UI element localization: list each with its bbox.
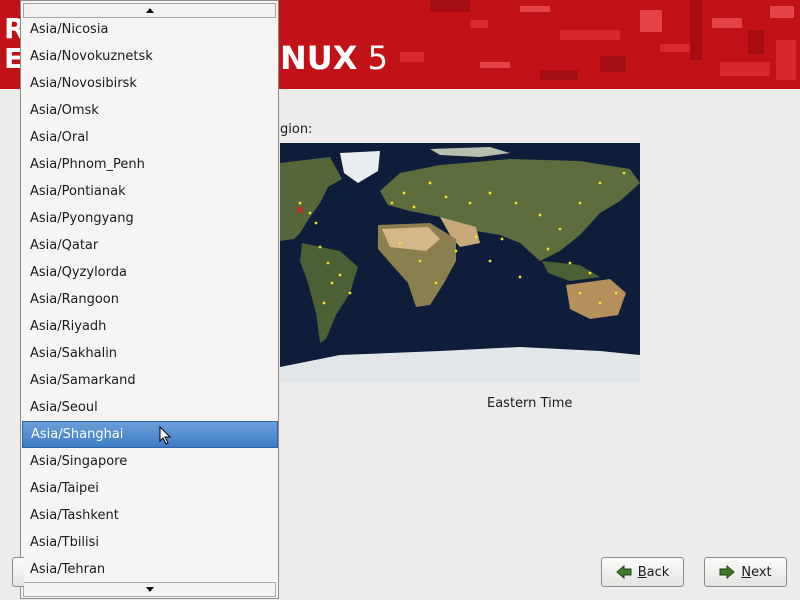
list-item[interactable]: Asia/Taipei: [22, 475, 278, 502]
world-map[interactable]: [280, 143, 640, 382]
list-item[interactable]: Asia/Tashkent: [22, 502, 278, 529]
list-item[interactable]: Asia/Novokuznetsk: [22, 43, 278, 70]
list-item[interactable]: Asia/Novosibirsk: [22, 70, 278, 97]
region-prompt-label: gion:: [280, 122, 313, 137]
mouse-pointer-icon: [159, 426, 172, 445]
list-item[interactable]: Asia/Phnom_Penh: [22, 151, 278, 178]
australia-shape: [566, 279, 626, 319]
brand-version: 5: [367, 39, 388, 77]
list-item[interactable]: Asia/Pontianak: [22, 178, 278, 205]
list-item[interactable]: Asia/Rangoon: [22, 286, 278, 313]
list-item[interactable]: Asia/Qyzylorda: [22, 259, 278, 286]
list-item-selected[interactable]: Asia/Shanghai: [22, 421, 278, 448]
list-item[interactable]: Asia/Nicosia: [22, 16, 278, 43]
list-item[interactable]: Asia/Pyongyang: [22, 205, 278, 232]
brand-title-word: NUX: [280, 39, 358, 77]
back-button[interactable]: Back: [601, 557, 684, 587]
list-item[interactable]: Asia/Singapore: [22, 448, 278, 475]
se-asia-islands-shape: [542, 261, 600, 281]
triangle-up-icon: [145, 8, 154, 13]
next-button[interactable]: Next: [704, 557, 787, 587]
list-item[interactable]: Asia/Omsk: [22, 97, 278, 124]
arctic-islands-shape: [430, 147, 510, 157]
triangle-down-icon: [145, 587, 154, 592]
list-item[interactable]: Asia/Seoul: [22, 394, 278, 421]
arrow-left-icon: [615, 565, 632, 579]
world-map-graphic: [280, 147, 640, 382]
greenland-shape: [340, 151, 380, 183]
back-button-label: Back: [637, 564, 670, 580]
list-item[interactable]: Asia/Samarkand: [22, 367, 278, 394]
list-item[interactable]: Asia/Tbilisi: [22, 529, 278, 556]
list-item[interactable]: Asia/Tehran: [22, 556, 278, 583]
brand-title: NUX 5: [280, 40, 388, 76]
timezone-items: Asia/Nicosia Asia/Novokuznetsk Asia/Novosi…: [22, 16, 278, 583]
north-america-shape: [280, 157, 342, 241]
scroll-down-button[interactable]: [23, 582, 276, 597]
hidden-left-button[interactable]: [12, 557, 24, 587]
list-item[interactable]: Asia/Riyadh: [22, 313, 278, 340]
list-item[interactable]: Asia/Sakhalin: [22, 340, 278, 367]
timezone-dropdown-list[interactable]: Asia/Nicosia Asia/Novokuznetsk Asia/Novosi…: [20, 0, 279, 599]
list-item[interactable]: Asia/Oral: [22, 124, 278, 151]
arrow-right-icon: [719, 565, 736, 579]
list-item[interactable]: Asia/Qatar: [22, 232, 278, 259]
selected-timezone-label: Eastern Time: [487, 396, 573, 411]
next-button-label: Next: [741, 564, 772, 580]
antarctica-shape: [280, 347, 640, 382]
